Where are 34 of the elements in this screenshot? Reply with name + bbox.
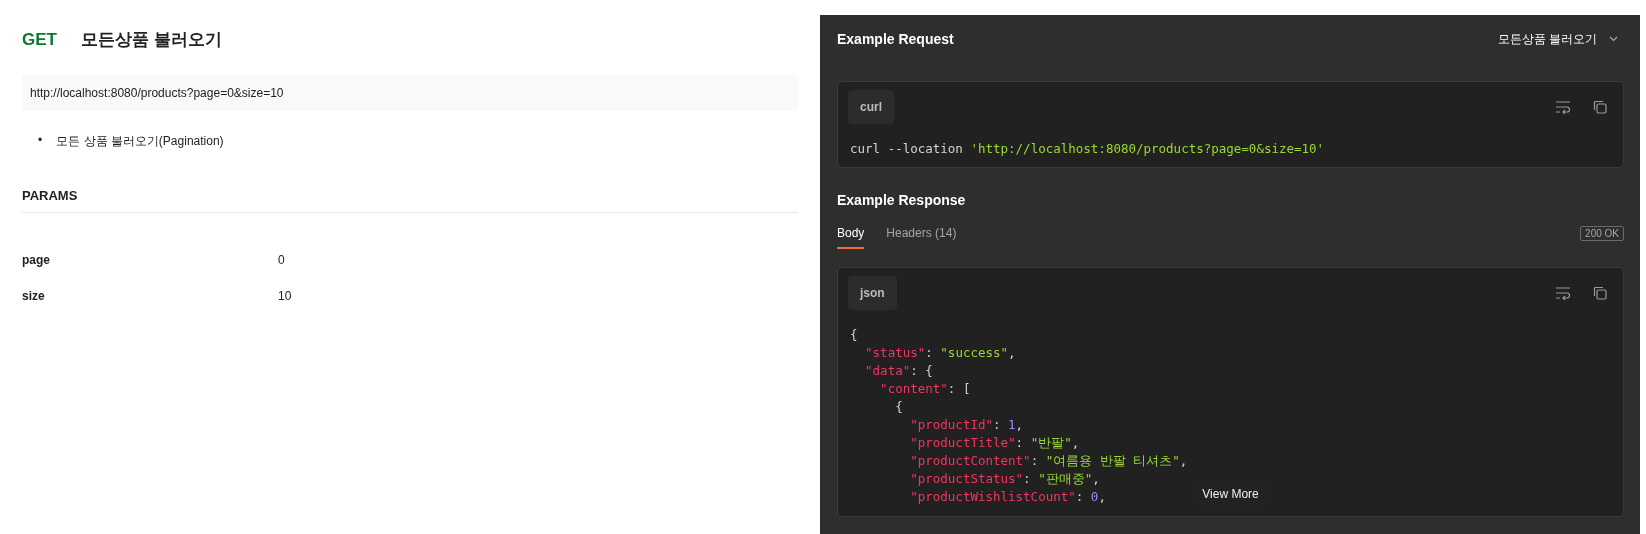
url-field: http://localhost:8080/products?page=0&size=10 (22, 75, 798, 111)
chevron-down-icon (1609, 36, 1618, 42)
param-value: 10 (278, 289, 293, 303)
section-heading: PARAMS (22, 188, 798, 213)
code-line: { (894, 398, 903, 416)
request-title: 모든상품 불러오기 (80, 29, 222, 51)
copy-icon[interactable] (1593, 286, 1607, 300)
code-line: { (850, 326, 858, 344)
wrap-icon[interactable] (1555, 100, 1571, 114)
language-label: curl (848, 90, 894, 124)
wrap-icon[interactable] (1555, 286, 1571, 300)
panel-title: Example Response (837, 192, 967, 208)
description-text: 모든 상품 불러오기(Pagination) (56, 133, 224, 150)
response-tab[interactable]: Headers (14) (886, 226, 957, 249)
language-label: json (848, 276, 897, 310)
code-line: curl --location 'http://localhost:8080/products?page=0&size=10' (850, 140, 1325, 158)
code-line: "productTitle": "반팔", (909, 434, 1080, 452)
code-line: "productWishlistCount": 0, (909, 488, 1106, 506)
example-dropdown[interactable]: 모든상품 불러오기 (1497, 30, 1624, 48)
code-line: "content": [ (879, 380, 971, 398)
param-key: page (22, 253, 278, 267)
code-line: "productStatus": "판매중", (909, 470, 1100, 488)
response-tab[interactable]: Body (837, 226, 865, 249)
param-key: size (22, 289, 278, 303)
status-badge: 200 OK (1580, 226, 1624, 241)
copy-icon[interactable] (1593, 100, 1607, 114)
code-line: "status": "success", (864, 344, 1016, 362)
method-label: GET (22, 29, 57, 50)
code-line: "productContent": "여름용 반팔 티셔츠", (909, 452, 1188, 470)
panel-title: Example Request (837, 31, 954, 47)
code-line: "data": { (864, 362, 933, 380)
bullet-marker: • (38, 133, 43, 149)
param-value: 0 (278, 253, 286, 267)
code-line: "productId": 1, (909, 416, 1024, 434)
